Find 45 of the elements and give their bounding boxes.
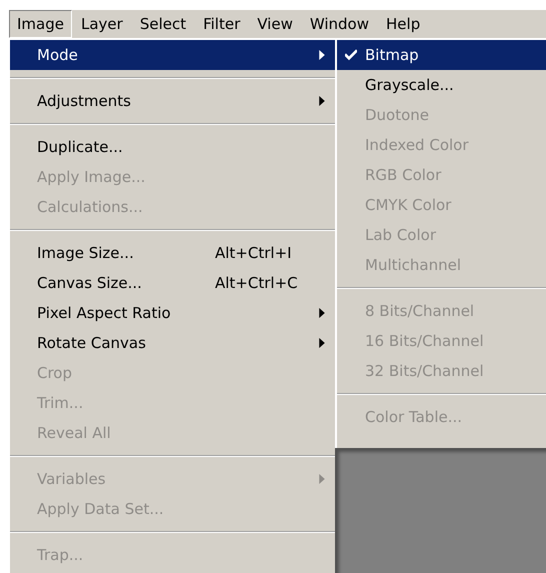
menu-bar-item[interactable]: Image [9, 10, 72, 38]
menu-item-label: Color Table... [365, 408, 464, 426]
menu-item-label: Trim... [37, 394, 84, 412]
menu-bar-item[interactable]: Select [132, 10, 194, 38]
menu-item-label: Calculations... [37, 198, 144, 216]
menu-item[interactable]: Pixel Aspect Ratio [10, 298, 335, 328]
menu-item-label: Pixel Aspect Ratio [37, 304, 172, 322]
menu-item-label: Variables [37, 470, 107, 488]
menu-item[interactable]: Duplicate... [10, 132, 335, 162]
menu-bar-item[interactable]: Filter [195, 10, 248, 38]
menu-item-label: Duotone [365, 106, 430, 124]
menu-item-label: Rotate Canvas [37, 334, 147, 352]
menu-item[interactable]: Bitmap [337, 40, 546, 70]
menu-item-label: Image Size... [37, 244, 135, 262]
menu-item-label: Trap... [37, 546, 84, 564]
menu-item-label: Apply Data Set... [37, 500, 165, 518]
menu-item-label: Canvas Size... [37, 274, 143, 292]
menu-item-label: Indexed Color [365, 136, 470, 154]
shortcut-label: Alt+Ctrl+C [215, 274, 299, 292]
menu-item-label: CMYK Color [365, 196, 452, 214]
menu-item-label: 8 Bits/Channel [365, 302, 476, 320]
menu-item-label: Mode [37, 46, 79, 64]
menu-bar-item[interactable]: Help [378, 10, 428, 38]
menu-item[interactable]: Canvas Size... Alt+Ctrl+C [10, 268, 335, 298]
menu-item[interactable]: Grayscale... [337, 70, 546, 100]
menu-item-label: Reveal All [37, 424, 112, 442]
menu-item[interactable]: Adjustments [10, 86, 335, 116]
menu-item-label: Bitmap [365, 46, 420, 64]
menu-item-label: Duplicate... [37, 138, 124, 156]
menu-item-label: 16 Bits/Channel [365, 332, 485, 350]
menu-bar-item[interactable]: View [249, 10, 301, 38]
menu-item-label: Multichannel [365, 256, 462, 274]
menu-item-label: Adjustments [37, 92, 132, 110]
menu-item[interactable]: Mode [10, 40, 335, 70]
menu-item-label: 32 Bits/Channel [365, 362, 485, 380]
shortcut-label: Alt+Ctrl+I [215, 244, 293, 262]
menu-item-label: Apply Image... [37, 168, 146, 186]
menu-item[interactable]: Image Size... Alt+Ctrl+I [10, 238, 335, 268]
menu-bar-item[interactable]: Layer [72, 10, 131, 38]
menu-item-label: RGB Color [365, 166, 442, 184]
menu-bar-item[interactable]: Window [302, 10, 378, 38]
menu-item-label: Crop [37, 364, 74, 382]
menu-item-label: Grayscale... [365, 76, 455, 94]
menu-item[interactable]: Rotate Canvas [10, 328, 335, 358]
menu-item-label: Lab Color [365, 226, 438, 244]
